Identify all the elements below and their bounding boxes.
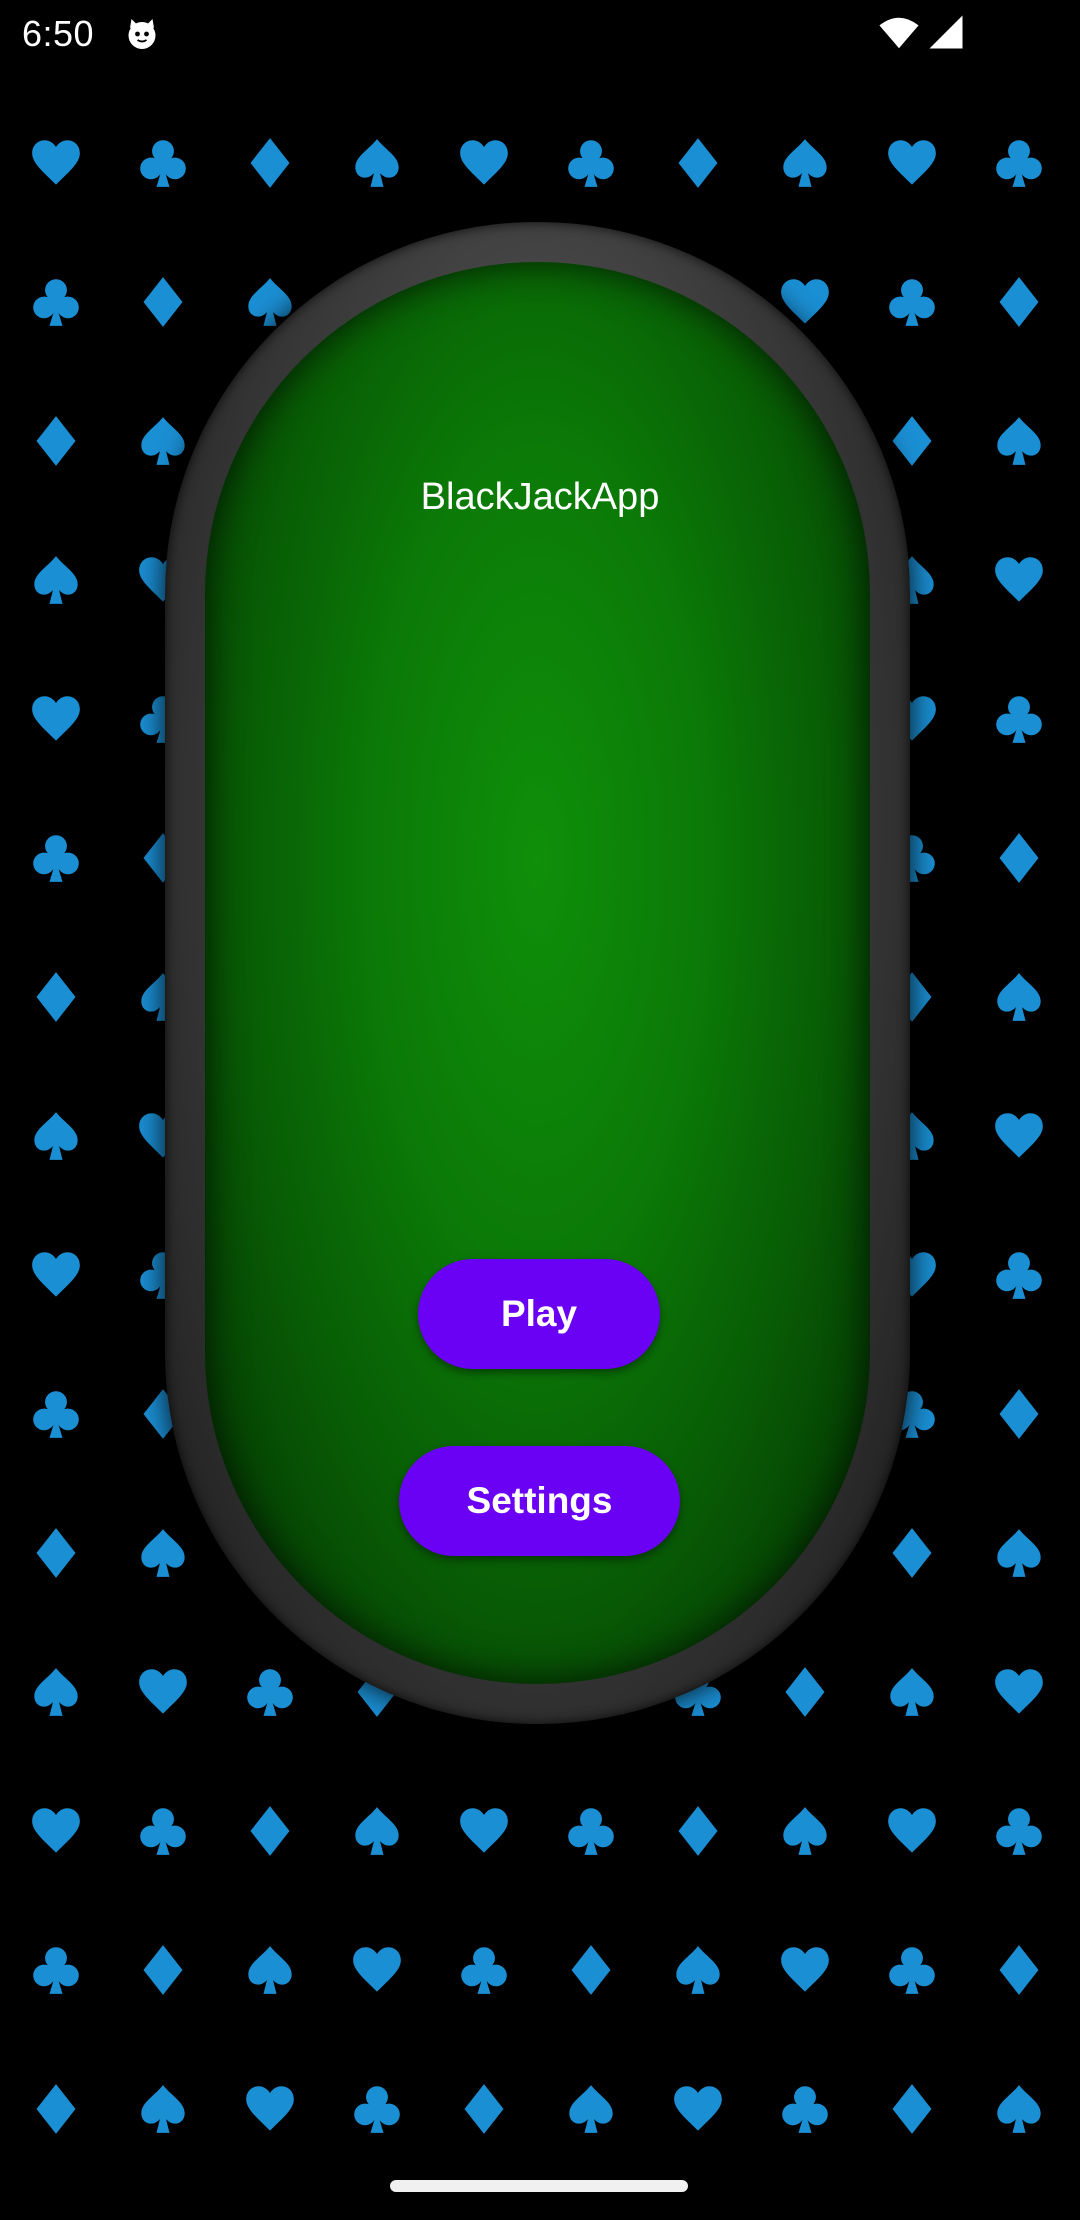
- diamond-icon: [143, 277, 183, 327]
- diamond-icon: [36, 972, 76, 1022]
- heart-icon: [995, 557, 1043, 602]
- diamond-icon: [678, 138, 718, 188]
- diamond-icon: [999, 833, 1039, 883]
- app-title: BlackJackApp: [420, 476, 660, 518]
- heart-icon: [781, 1947, 829, 1992]
- heart-icon: [353, 1947, 401, 1992]
- home-indicator[interactable]: [390, 2180, 688, 2192]
- club-icon: [140, 140, 186, 187]
- club-icon: [568, 1808, 614, 1855]
- club-icon: [996, 696, 1042, 743]
- diamond-icon: [892, 1528, 932, 1578]
- diamond-icon: [999, 277, 1039, 327]
- heart-icon: [460, 1808, 508, 1853]
- club-icon: [461, 1947, 507, 1994]
- spade-icon: [997, 2085, 1041, 2133]
- diamond-icon: [36, 1528, 76, 1578]
- club-icon: [889, 1947, 935, 1994]
- spade-icon: [248, 1946, 292, 1994]
- spade-icon: [783, 1807, 827, 1855]
- cell-signal-icon: [929, 15, 963, 49]
- heart-icon: [460, 140, 508, 185]
- club-icon: [247, 1669, 293, 1716]
- navigation-bar: [0, 2154, 1080, 2220]
- diamond-icon: [678, 1806, 718, 1856]
- heart-icon: [32, 1252, 80, 1297]
- heart-icon: [888, 1808, 936, 1853]
- heart-icon: [995, 1669, 1043, 1714]
- spade-icon: [141, 1529, 185, 1577]
- spade-icon: [997, 1529, 1041, 1577]
- spade-icon: [34, 1668, 78, 1716]
- spade-icon: [676, 1946, 720, 1994]
- club-icon: [782, 2086, 828, 2133]
- club-icon: [33, 1391, 79, 1438]
- spade-icon: [355, 139, 399, 187]
- heart-icon: [995, 1113, 1043, 1158]
- play-button[interactable]: Play: [418, 1259, 660, 1369]
- status-time: 6:50: [22, 13, 95, 54]
- diamond-icon: [999, 1945, 1039, 1995]
- spade-icon: [141, 417, 185, 465]
- diamond-icon: [250, 138, 290, 188]
- spade-icon: [569, 2085, 613, 2133]
- club-icon: [140, 1808, 186, 1855]
- spade-icon: [355, 1807, 399, 1855]
- settings-button[interactable]: Settings: [399, 1446, 680, 1556]
- spade-icon: [34, 1112, 78, 1160]
- spade-icon: [141, 2085, 185, 2133]
- diamond-icon: [464, 2084, 504, 2134]
- heart-icon: [32, 140, 80, 185]
- diamond-icon: [571, 1945, 611, 1995]
- club-icon: [33, 279, 79, 326]
- heart-icon: [139, 1669, 187, 1714]
- diamond-icon: [36, 2084, 76, 2134]
- heart-icon: [246, 2086, 294, 2131]
- spade-icon: [997, 417, 1041, 465]
- diamond-icon: [36, 416, 76, 466]
- spade-icon: [890, 1668, 934, 1716]
- heart-icon: [674, 2086, 722, 2131]
- heart-icon: [888, 140, 936, 185]
- status-bar: 6:50: [0, 0, 1080, 66]
- club-icon: [996, 1252, 1042, 1299]
- diamond-icon: [785, 1667, 825, 1717]
- heart-icon: [32, 1808, 80, 1853]
- club-icon: [568, 140, 614, 187]
- spade-icon: [997, 973, 1041, 1021]
- cat-face-icon: [128, 19, 156, 49]
- diamond-icon: [892, 416, 932, 466]
- diamond-icon: [892, 2084, 932, 2134]
- club-icon: [996, 1808, 1042, 1855]
- heart-icon: [32, 696, 80, 741]
- club-icon: [33, 1947, 79, 1994]
- club-icon: [996, 140, 1042, 187]
- spade-icon: [34, 556, 78, 604]
- club-icon: [889, 279, 935, 326]
- club-icon: [354, 2086, 400, 2133]
- diamond-icon: [143, 1945, 183, 1995]
- diamond-icon: [250, 1806, 290, 1856]
- spade-icon: [783, 139, 827, 187]
- diamond-icon: [999, 1389, 1039, 1439]
- wifi-icon: [879, 17, 919, 49]
- club-icon: [33, 835, 79, 882]
